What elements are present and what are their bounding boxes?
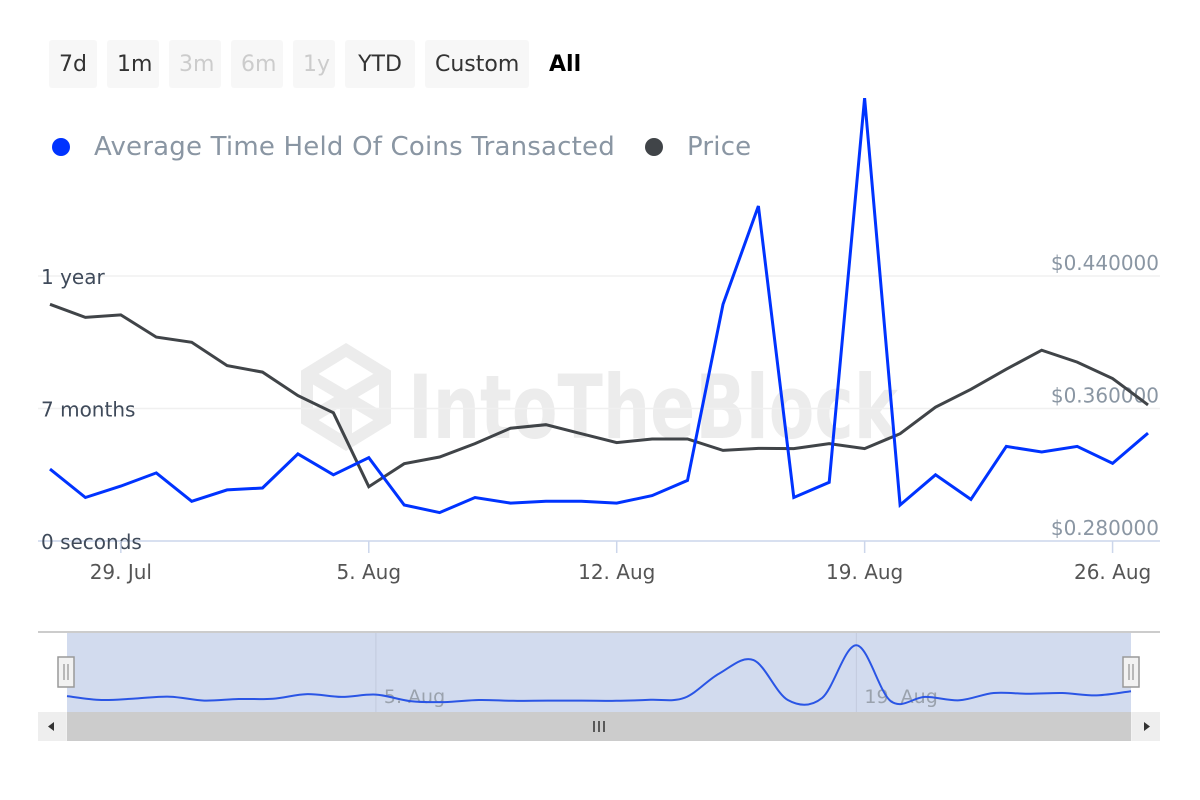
price-point[interactable] [398, 458, 410, 470]
price-point[interactable] [44, 298, 56, 310]
price-point[interactable] [575, 428, 587, 440]
y-left-tick-label: 0 seconds [41, 530, 142, 554]
price-point[interactable] [504, 422, 516, 434]
price-point[interactable] [327, 407, 339, 419]
avg-time-held-point[interactable] [646, 490, 658, 502]
price-point[interactable] [929, 401, 941, 413]
price-point[interactable] [434, 451, 446, 463]
price-point[interactable] [540, 419, 552, 431]
avg-time-held-point[interactable] [894, 499, 906, 511]
avg-time-held-point[interactable] [611, 497, 623, 509]
avg-time-held-point[interactable] [469, 491, 481, 503]
scroll-left-button[interactable] [38, 712, 66, 741]
watermark-logo-icon [301, 342, 391, 452]
avg-time-held-point[interactable] [1000, 440, 1012, 452]
price-point[interactable] [646, 433, 658, 445]
avg-time-held-point[interactable] [1107, 457, 1119, 469]
price-point[interactable] [717, 444, 729, 456]
y-right-tick-label: $0.280000 [1051, 516, 1159, 540]
y-left-tick-label: 1 year [41, 265, 105, 289]
avg-time-held-point[interactable] [752, 200, 764, 212]
avg-time-held-point[interactable] [540, 495, 552, 507]
price-point[interactable] [682, 433, 694, 445]
avg-time-held-point[interactable] [717, 298, 729, 310]
price-point[interactable] [1107, 373, 1119, 385]
price-point[interactable] [221, 360, 233, 372]
avg-time-held-point[interactable] [504, 497, 516, 509]
price-point[interactable] [1071, 356, 1083, 368]
price-point[interactable] [1036, 344, 1048, 356]
avg-time-held-point[interactable] [257, 482, 269, 494]
price-point[interactable] [257, 366, 269, 378]
price-point[interactable] [611, 437, 623, 449]
price-point[interactable] [894, 428, 906, 440]
watermark: IntoTheBlock [301, 342, 900, 459]
y-left-tick-label: 7 months [41, 398, 135, 422]
avg-time-held-point[interactable] [1071, 440, 1083, 452]
price-point[interactable] [115, 309, 127, 321]
y-right-tick-label: $0.440000 [1051, 251, 1159, 275]
scroll-right-button[interactable] [1132, 712, 1160, 741]
avg-time-held-point[interactable] [1142, 427, 1154, 439]
avg-time-held-point[interactable] [292, 448, 304, 460]
avg-time-held-point[interactable] [115, 480, 127, 492]
price-point[interactable] [150, 331, 162, 343]
price-point[interactable] [79, 311, 91, 323]
navigator-handle-left[interactable] [57, 656, 75, 688]
avg-time-held-point[interactable] [1036, 446, 1048, 458]
price-point[interactable] [1000, 363, 1012, 375]
avg-time-held-point[interactable] [859, 92, 871, 104]
x-tick-label: 26. Aug [1074, 560, 1151, 584]
avg-time-held-point[interactable] [788, 491, 800, 503]
avg-time-held-point[interactable] [434, 507, 446, 519]
avg-time-held-point[interactable] [823, 476, 835, 488]
x-tick-label: 5. Aug [337, 560, 402, 584]
avg-time-held-point[interactable] [186, 495, 198, 507]
navigator: 5. Aug 19. Aug [38, 631, 1160, 741]
avg-time-held-point[interactable] [327, 469, 339, 481]
avg-time-held-point[interactable] [929, 469, 941, 481]
avg-time-held-point[interactable] [398, 499, 410, 511]
price-point[interactable] [965, 383, 977, 395]
price-point[interactable] [859, 443, 871, 455]
navigator-handle-right[interactable] [1122, 656, 1140, 688]
price-point[interactable] [1142, 399, 1154, 411]
price-point[interactable] [469, 438, 481, 450]
x-tick-label: 12. Aug [578, 560, 655, 584]
price-point[interactable] [363, 481, 375, 493]
avg-time-held-point[interactable] [682, 474, 694, 486]
x-tick-label: 29. Jul [90, 560, 152, 584]
avg-time-held-point[interactable] [363, 452, 375, 464]
avg-time-held-point[interactable] [79, 491, 91, 503]
price-point[interactable] [186, 336, 198, 348]
avg-time-held-point[interactable] [575, 495, 587, 507]
line-chart: IntoTheBlock 0 seconds 7 months 1 year $0.2… [38, 92, 1160, 741]
price-point[interactable] [292, 390, 304, 402]
avg-time-held-point[interactable] [150, 467, 162, 479]
avg-time-held-point[interactable] [44, 463, 56, 475]
x-tick-label: 19. Aug [826, 560, 903, 584]
avg-time-held-point[interactable] [965, 493, 977, 505]
price-point[interactable] [752, 442, 764, 454]
avg-time-held-point[interactable] [221, 484, 233, 496]
